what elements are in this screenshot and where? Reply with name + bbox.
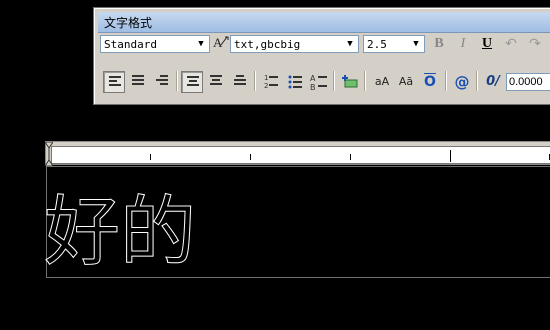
ruler[interactable]: [45, 141, 550, 166]
chevron-down-icon: ▼: [413, 39, 419, 49]
separator: [364, 71, 366, 91]
ruler-tick: [150, 154, 151, 160]
align-middle-icon: [210, 75, 222, 89]
text-height-value: 2.5: [367, 38, 387, 51]
chevron-down-icon: ▼: [347, 39, 353, 49]
lettered-list-icon: AB: [310, 74, 327, 92]
middle-align-button[interactable]: [205, 71, 227, 93]
style-value: Standard: [104, 38, 157, 51]
ruler-tick: [450, 150, 451, 162]
top-align-button[interactable]: [181, 71, 203, 93]
separator: [254, 71, 256, 91]
align-left-button[interactable]: [103, 71, 125, 93]
svg-text:1: 1: [264, 74, 268, 82]
italic-button[interactable]: I: [452, 33, 474, 55]
uppercase-button[interactable]: aA: [371, 71, 393, 93]
text-height-dropdown[interactable]: 2.5 ▼: [363, 35, 425, 53]
toolbar-titlebar[interactable]: 文字格式: [98, 12, 550, 33]
lettered-list-button[interactable]: AB: [308, 71, 330, 93]
svg-text:B: B: [310, 83, 316, 92]
ruler-tick: [350, 154, 351, 160]
font-type-icon: A: [212, 33, 230, 55]
align-right-icon: [156, 75, 168, 89]
numbered-list-icon: 12: [264, 74, 278, 90]
symbol-button[interactable]: @: [451, 71, 473, 93]
align-justify-icon: [132, 75, 144, 89]
svg-text:A: A: [213, 35, 223, 50]
svg-text:2: 2: [264, 82, 268, 90]
svg-text:A: A: [310, 74, 316, 83]
separator: [333, 71, 335, 91]
text-formatting-toolbar: 文字格式 Standard ▼ A txt,gbcbig ▼ 2.5 ▼ B I…: [93, 7, 550, 105]
ruler-tick: [250, 154, 251, 160]
indent-marker-icon[interactable]: [45, 142, 53, 166]
insert-field-button[interactable]: [339, 71, 361, 93]
undo-button[interactable]: ↶: [500, 33, 522, 55]
style-dropdown[interactable]: Standard ▼: [100, 35, 210, 53]
font-dropdown[interactable]: txt,gbcbig ▼: [230, 35, 359, 53]
bottom-align-button[interactable]: [229, 71, 251, 93]
separator: [176, 71, 178, 91]
align-right-button[interactable]: [151, 71, 173, 93]
bullet-list-button[interactable]: [284, 71, 306, 93]
underline-button[interactable]: U: [476, 33, 498, 55]
chevron-down-icon: ▼: [198, 39, 204, 49]
bold-button[interactable]: B: [428, 33, 450, 55]
font-value: txt,gbcbig: [234, 38, 301, 51]
redo-button[interactable]: ↷: [524, 33, 546, 55]
align-top-icon: [187, 76, 199, 90]
overline-button[interactable]: O: [419, 71, 441, 93]
numbered-list-button[interactable]: 12: [260, 71, 282, 93]
align-left-icon: [109, 76, 121, 90]
separator: [445, 71, 447, 91]
oblique-angle-input[interactable]: 0.0000: [506, 73, 550, 91]
align-bottom-icon: [234, 75, 246, 89]
editor-text: 好的: [44, 187, 197, 277]
oblique-angle-icon: 0/: [486, 74, 500, 89]
toolbar-title: 文字格式: [104, 16, 153, 30]
ruler-track: [51, 146, 550, 164]
insert-field-icon: [342, 75, 358, 88]
lowercase-button[interactable]: Aā: [395, 71, 417, 93]
bullet-list-icon: [288, 75, 302, 89]
align-center-paragraph-button[interactable]: [127, 71, 149, 93]
separator: [476, 71, 478, 91]
